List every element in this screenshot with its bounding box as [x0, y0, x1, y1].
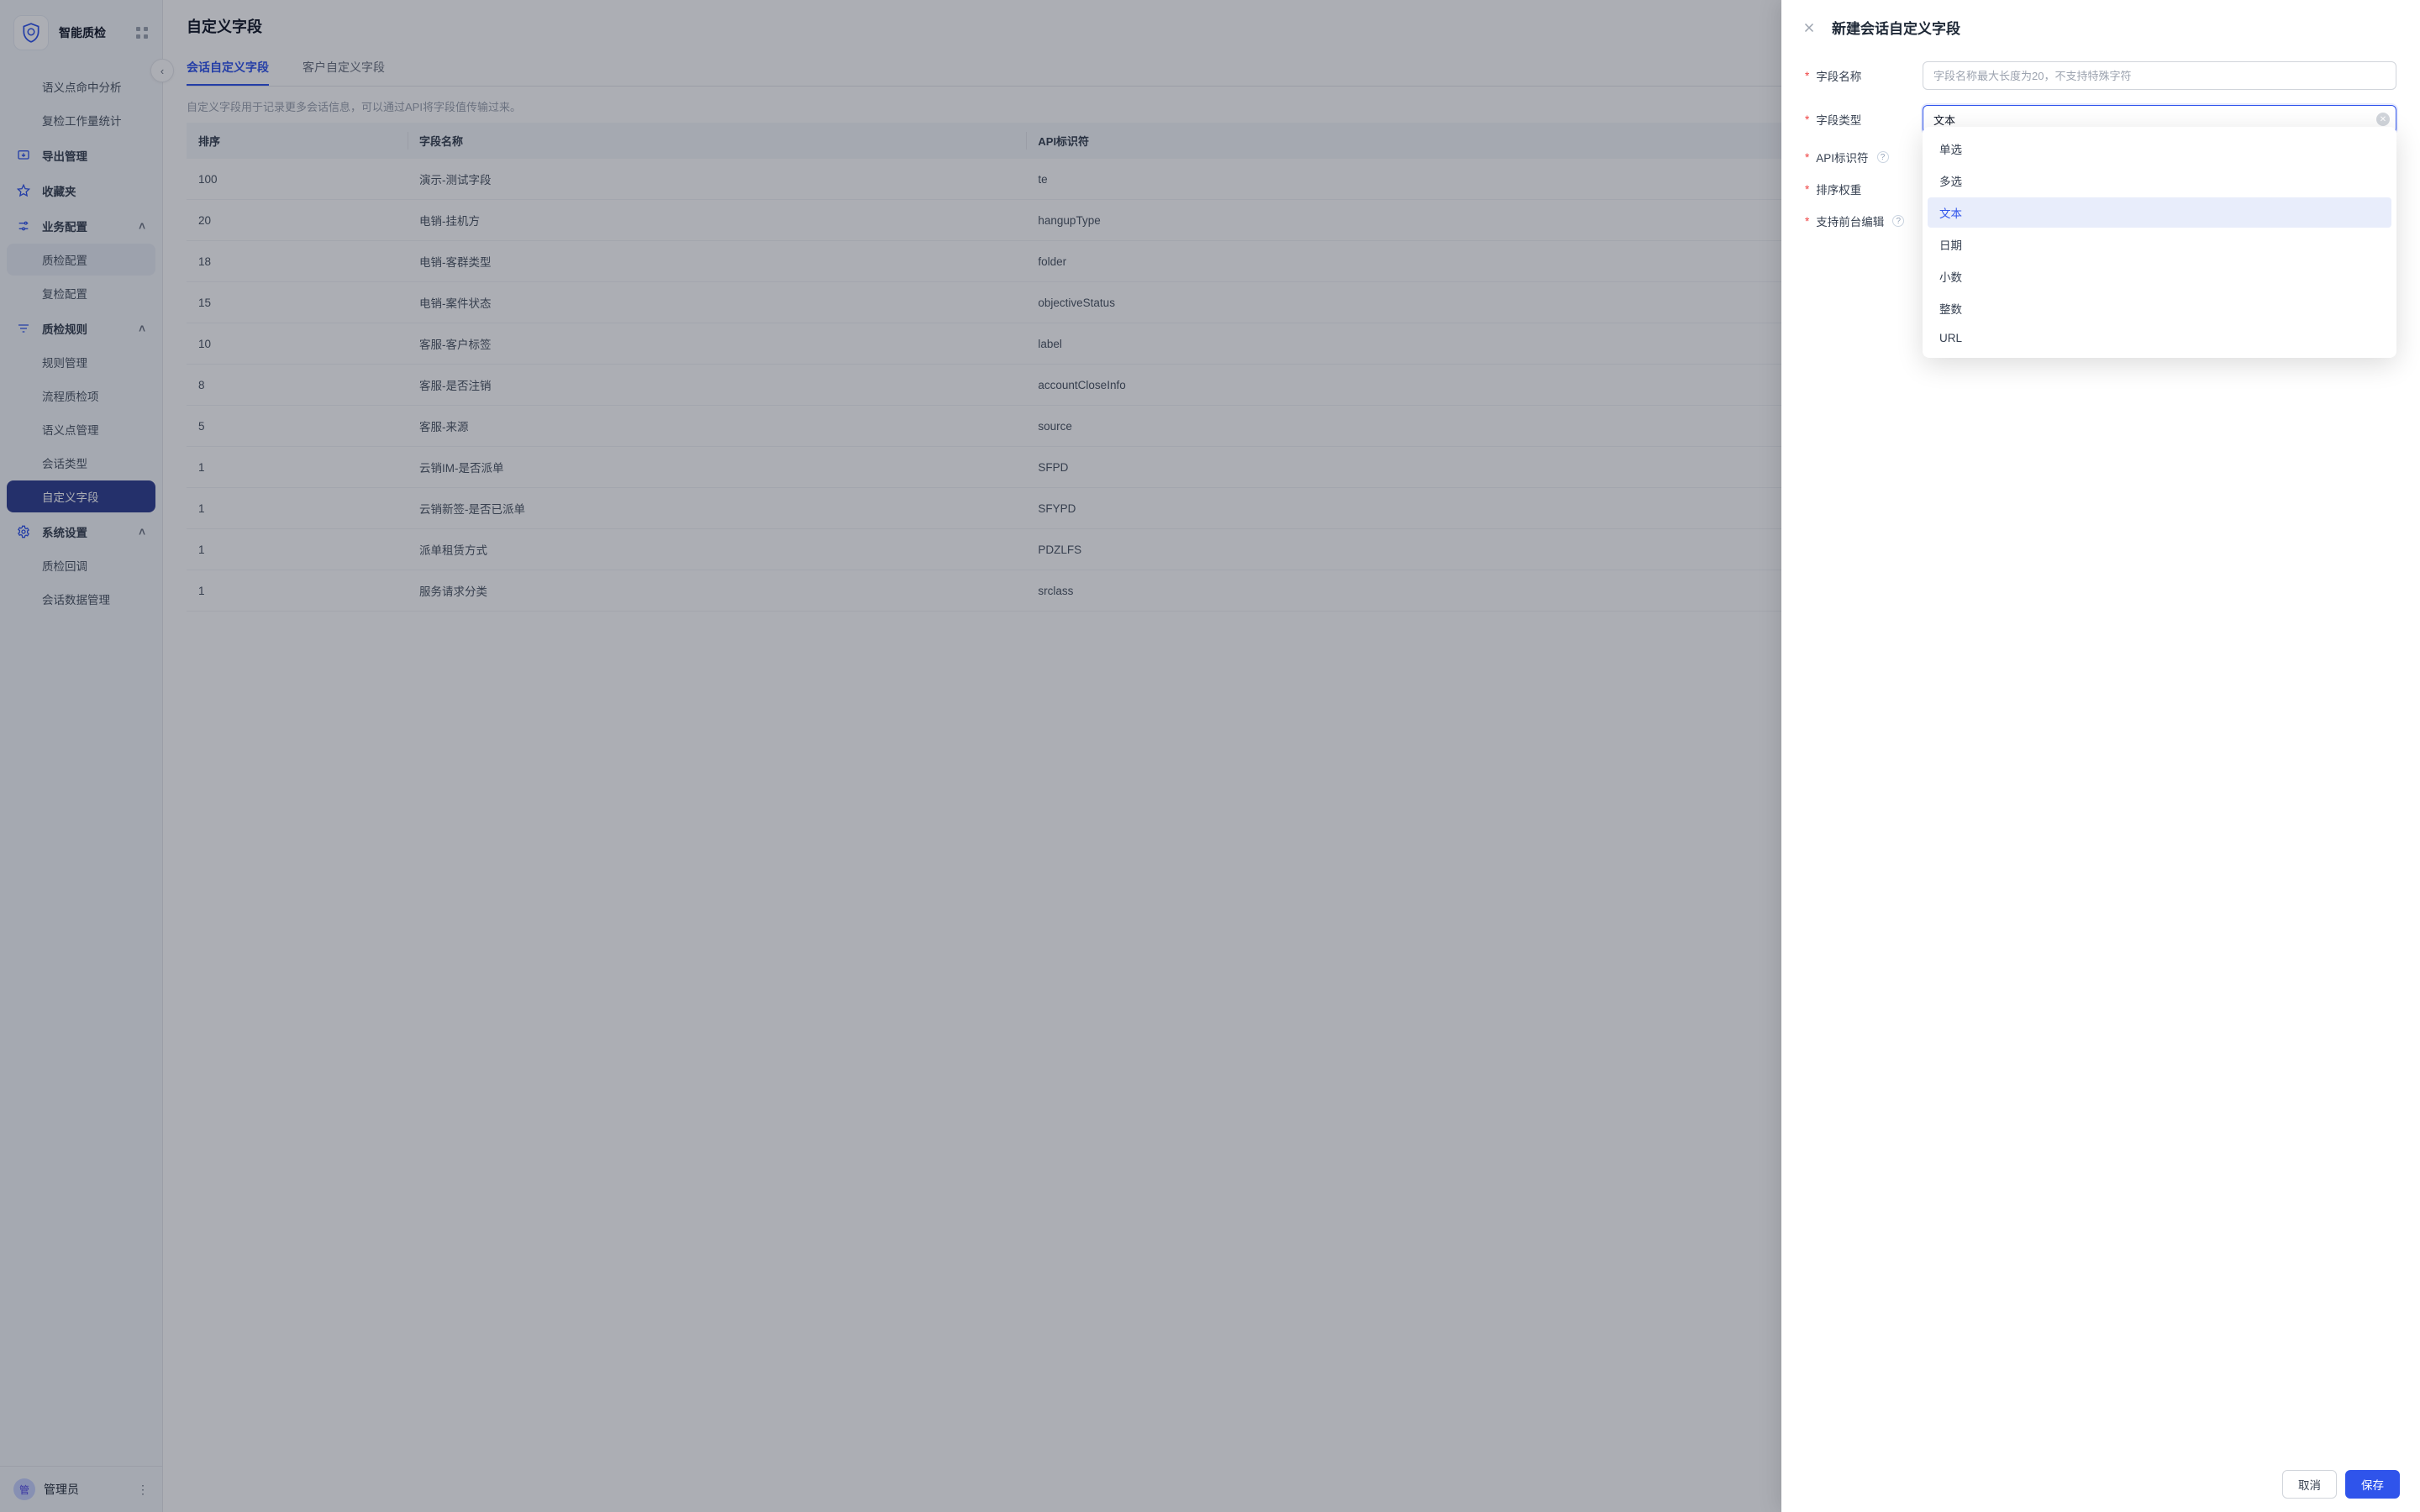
dropdown-option[interactable]: 文本: [1928, 197, 2391, 228]
dropdown-option[interactable]: URL: [1928, 325, 2391, 351]
dropdown-option[interactable]: 小数: [1928, 261, 2391, 291]
dropdown-option[interactable]: 单选: [1928, 134, 2391, 164]
close-icon[interactable]: [1802, 20, 1817, 35]
label-front-edit: 支持前台编辑: [1816, 213, 1884, 229]
dropdown-option[interactable]: 多选: [1928, 165, 2391, 196]
dropdown-option[interactable]: 整数: [1928, 293, 2391, 323]
label-sort-weight: 排序权重: [1816, 181, 1861, 197]
clear-icon[interactable]: ✕: [2376, 113, 2390, 126]
label-api-id: API标识符: [1816, 149, 1868, 165]
drawer-form: *字段名称 *字段类型 ✕ *API标识符? *排序权重 *支持前台编辑? 单选…: [1781, 55, 2420, 251]
drawer-title: 新建会话自定义字段: [1832, 17, 1960, 38]
help-icon[interactable]: ?: [1877, 151, 1889, 163]
modal-overlay[interactable]: 新建会话自定义字段 *字段名称 *字段类型 ✕ *API标识符? *排序权重: [0, 0, 2420, 1512]
cancel-button[interactable]: 取消: [2282, 1470, 2337, 1499]
drawer-footer: 取消 保存: [1781, 1457, 2420, 1512]
help-icon[interactable]: ?: [1892, 215, 1904, 227]
save-button[interactable]: 保存: [2345, 1470, 2400, 1499]
drawer-header: 新建会话自定义字段: [1781, 0, 2420, 55]
label-field-name: 字段名称: [1816, 67, 1861, 84]
dropdown-option[interactable]: 日期: [1928, 229, 2391, 260]
field-type-dropdown: 单选多选文本日期小数整数URL: [1923, 127, 2396, 358]
input-field-name[interactable]: [1923, 61, 2396, 90]
drawer-panel: 新建会话自定义字段 *字段名称 *字段类型 ✕ *API标识符? *排序权重: [1781, 0, 2420, 1512]
label-field-type: 字段类型: [1816, 111, 1861, 128]
